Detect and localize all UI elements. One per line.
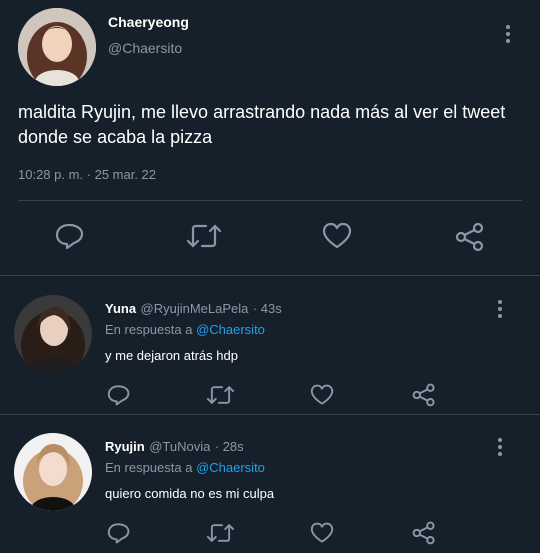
share-icon[interactable] <box>455 222 485 252</box>
reply-tweet[interactable]: Ryujin @TuNovia · 28s En respuesta a @Ch… <box>0 415 540 553</box>
reply-time: · 43s <box>252 301 282 316</box>
tweet-timestamp[interactable]: 10:28 p. m. · 25 mar. 22 <box>18 167 156 182</box>
reply-context: En respuesta a @Chaersito <box>105 460 265 475</box>
reply-text: y me dejaron atrás hdp <box>105 348 238 363</box>
reply-author-name[interactable]: Ryujin <box>105 439 145 454</box>
reply-tweet[interactable]: Yuna @RyujinMeLaPela · 43s En respuesta … <box>0 276 540 414</box>
comment-icon[interactable] <box>55 222 85 250</box>
reply-header: Ryujin @TuNovia · 28s <box>105 438 244 456</box>
reply-context: En respuesta a @Chaersito <box>105 322 265 337</box>
author-name[interactable]: Chaeryeong <box>108 14 189 30</box>
retweet-icon[interactable] <box>186 222 222 250</box>
share-icon[interactable] <box>412 521 436 545</box>
reply-author-handle[interactable]: @RyujinMeLaPela <box>141 301 249 316</box>
comment-icon[interactable] <box>107 384 131 406</box>
reply-avatar[interactable] <box>14 433 92 511</box>
share-icon[interactable] <box>412 383 436 407</box>
reply-author-name[interactable]: Yuna <box>105 301 136 316</box>
reply-mention-link[interactable]: @Chaersito <box>196 460 265 475</box>
heart-icon[interactable] <box>310 384 334 406</box>
author-avatar[interactable] <box>18 8 96 86</box>
reply-author-handle[interactable]: @TuNovia <box>149 439 210 454</box>
reply-text: quiero comida no es mi culpa <box>105 486 275 501</box>
author-handle[interactable]: @Chaersito <box>108 40 182 56</box>
reply-mention-link[interactable]: @Chaersito <box>196 322 265 337</box>
more-vertical-icon[interactable] <box>490 297 510 321</box>
reply-time: · 28s <box>214 439 244 454</box>
retweet-icon[interactable] <box>206 384 235 406</box>
heart-icon[interactable] <box>322 222 352 250</box>
comment-icon[interactable] <box>107 522 131 544</box>
reply-context-label: En respuesta a <box>105 460 193 475</box>
reply-avatar[interactable] <box>14 295 92 373</box>
more-vertical-icon[interactable] <box>490 435 510 459</box>
heart-icon[interactable] <box>310 522 334 544</box>
reply-context-label: En respuesta a <box>105 322 193 337</box>
reply-header: Yuna @RyujinMeLaPela · 43s <box>105 300 282 318</box>
divider <box>18 200 522 201</box>
retweet-icon[interactable] <box>206 522 235 544</box>
main-tweet: Chaeryeong @Chaersito maldita Ryujin, me… <box>0 0 540 276</box>
tweet-text: maldita Ryujin, me llevo arrastrando nad… <box>18 102 506 147</box>
more-vertical-icon[interactable] <box>498 22 518 46</box>
